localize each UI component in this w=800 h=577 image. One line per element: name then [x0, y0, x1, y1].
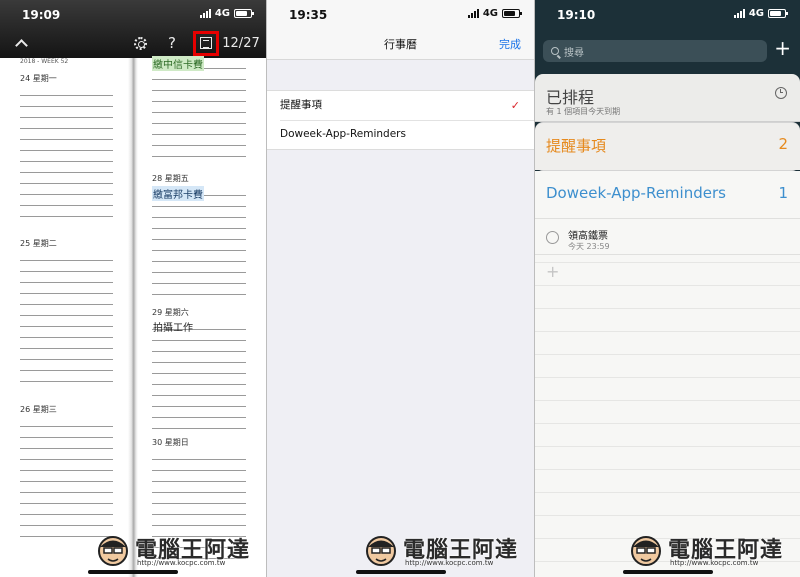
calendar-picker: 19:35 4G 行事曆 完成 提醒事項 ✓ Doweek-App-Remind… [267, 0, 534, 577]
page-indicator: 12/27 [222, 30, 260, 56]
watermark: 電腦王阿達 http://www.kocpc.com.tw [363, 528, 533, 572]
question-icon: ? [168, 34, 176, 52]
network-type: 4G [214, 8, 230, 19]
watermark: 電腦王阿達 http://www.kocpc.com.tw [95, 528, 265, 572]
status-indicators: 4G [467, 8, 522, 19]
event-entry[interactable]: 拍攝工作 [152, 319, 194, 334]
network-type: 4G [748, 8, 764, 19]
status-indicators: 4G [199, 8, 254, 19]
day-label-wed: 26 星期三 [20, 405, 57, 414]
checkmark-icon: ✓ [510, 99, 520, 112]
calendar-list: 提醒事項 ✓ Doweek-App-Reminders [267, 90, 534, 150]
scheduled-list-card[interactable]: 已排程 有 1 個項目今天到期 [535, 74, 800, 122]
list-header[interactable]: Doweek-App-Reminders 1 [535, 171, 800, 219]
battery-icon [502, 9, 522, 18]
search-input[interactable]: 搜尋 [543, 40, 767, 62]
planner-book: 2018 - WEEK 52 24 星期一 25 星期二 26 星期三 繳中信卡… [0, 56, 266, 577]
watermark-url: http://www.kocpc.com.tw [405, 559, 494, 567]
day-label-fri: 28 星期五 [152, 174, 189, 183]
calendar-name: 提醒事項 [280, 99, 322, 111]
list-count: 1 [778, 184, 788, 202]
mascot-logo [631, 536, 661, 566]
mascot-logo [98, 536, 128, 566]
page-number: 12/27 [222, 35, 260, 51]
calendar-name: Doweek-App-Reminders [280, 128, 406, 140]
calendar-row-doweek[interactable]: Doweek-App-Reminders [267, 120, 534, 149]
status-bar: 19:09 4G [0, 0, 266, 28]
day-label-tue: 25 星期二 [20, 239, 57, 248]
signal-icon [733, 9, 745, 18]
day-label-sun: 30 星期日 [152, 438, 189, 447]
day-label-sat: 29 星期六 [152, 308, 189, 317]
calendar-row-reminders[interactable]: 提醒事項 ✓ [267, 91, 534, 120]
complete-toggle[interactable] [546, 231, 559, 244]
watermark: 電腦王阿達 http://www.kocpc.com.tw [628, 528, 798, 572]
event-entry[interactable]: 繳中信卡費 [152, 56, 204, 71]
settings-button[interactable] [131, 30, 149, 56]
battery-icon [234, 9, 254, 18]
gear-icon [133, 36, 147, 50]
status-indicators: 4G [733, 8, 788, 19]
list-name: Doweek-App-Reminders [546, 184, 726, 202]
day-lines-fri[interactable] [152, 185, 246, 295]
watermark-url: http://www.kocpc.com.tw [670, 559, 759, 567]
signal-icon [199, 9, 211, 18]
watermark-url: http://www.kocpc.com.tw [137, 559, 226, 567]
day-lines-mon[interactable] [20, 85, 113, 217]
battery-icon [768, 9, 788, 18]
week-label: 2018 - WEEK 52 [20, 58, 69, 65]
top-bar: 19:09 4G ? 12/27 [0, 0, 266, 58]
day-lines-sat[interactable] [152, 319, 246, 429]
list-card-reminders[interactable]: 提醒事項 2 [535, 122, 800, 170]
nav-title: 行事曆 [384, 38, 417, 51]
highlight-box [193, 31, 219, 56]
day-label-mon: 24 星期一 [20, 74, 57, 83]
doweek-week-view: 19:09 4G ? 12/27 2018 - WEEK 52 24 星期一 2… [0, 0, 266, 577]
chevron-up-icon [14, 39, 28, 52]
signal-icon [467, 9, 479, 18]
status-time: 19:10 [557, 8, 596, 22]
scheduled-title: 已排程 [546, 88, 595, 107]
reminders-app: 19:10 4G 搜尋 + 已排程 有 1 個項目今天到期 提醒事項 2 Dow… [535, 0, 800, 577]
event-entry[interactable]: 繳富邦卡費 [152, 186, 204, 201]
status-time: 19:35 [289, 8, 328, 22]
status-bar: 19:35 4G [267, 0, 534, 28]
add-list-button[interactable]: + [774, 38, 791, 58]
scheduled-subtitle: 有 1 個項目今天到期 [546, 107, 621, 116]
day-lines-tue[interactable] [20, 250, 113, 382]
list-count: 2 [778, 135, 788, 153]
reminder-due: 今天 23:59 [568, 242, 610, 251]
help-button[interactable]: ? [163, 30, 181, 56]
day-lines-thu[interactable] [152, 58, 246, 166]
mascot-logo [366, 536, 396, 566]
search-placeholder: 搜尋 [564, 47, 584, 59]
day-lines-wed[interactable] [20, 416, 113, 544]
alarm-clock-icon [775, 87, 787, 99]
toolbar: ? 12/27 [0, 30, 266, 56]
reminder-title: 領高鐵票 [568, 231, 608, 242]
navigation-bar: 19:35 4G 行事曆 完成 [267, 0, 534, 60]
status-bar: 19:10 4G [535, 0, 800, 28]
book-spine [128, 58, 138, 577]
add-reminder-button[interactable]: + [546, 262, 559, 281]
list-card-doweek: Doweek-App-Reminders 1 領高鐵票 今天 23:59 + [535, 170, 800, 577]
done-button[interactable]: 完成 [499, 36, 521, 52]
status-time: 19:09 [22, 8, 61, 22]
list-name: 提醒事項 [546, 137, 607, 155]
network-type: 4G [482, 8, 498, 19]
collapse-button[interactable] [12, 30, 30, 56]
search-icon [551, 47, 559, 55]
reminder-item[interactable]: 領高鐵票 今天 23:59 [535, 219, 800, 255]
